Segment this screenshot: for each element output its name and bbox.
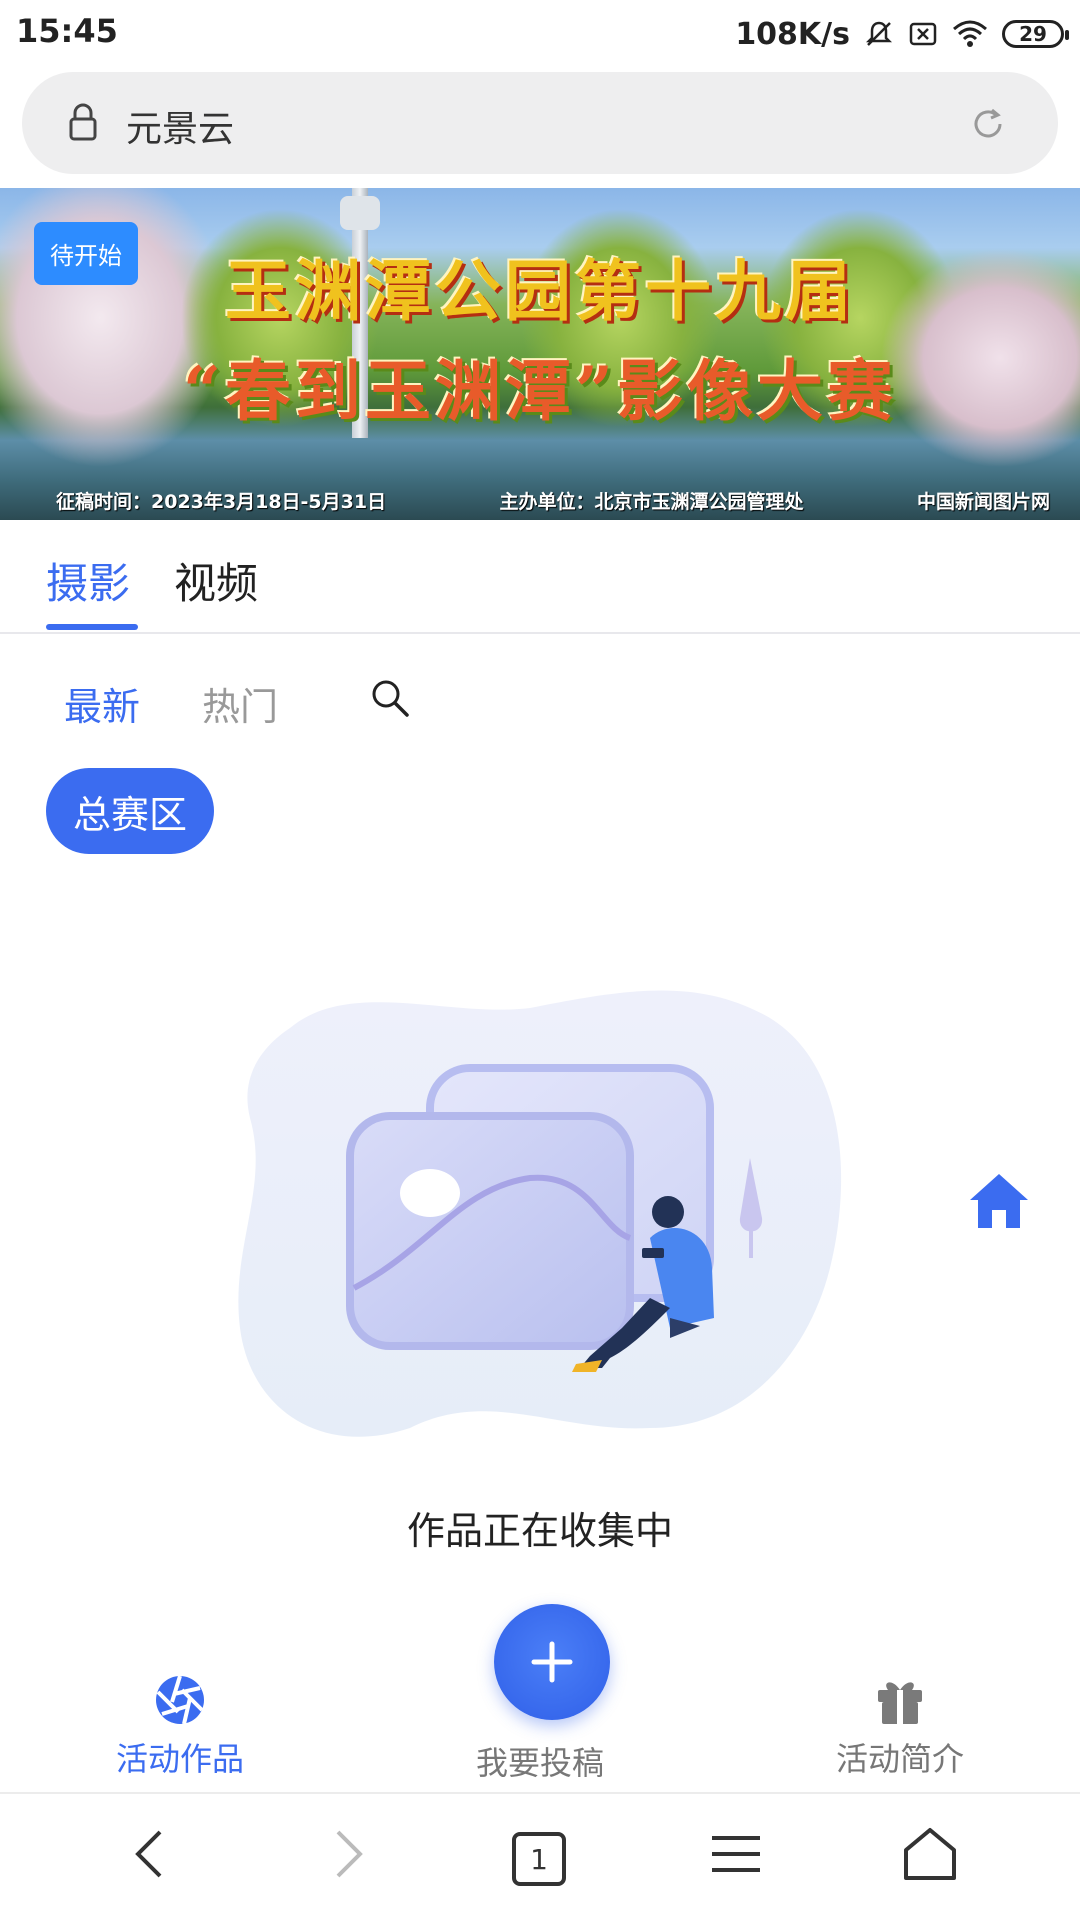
status-badge: 待开始 xyxy=(34,222,138,285)
add-submission-label[interactable]: 我要投稿 xyxy=(420,1738,660,1784)
empty-state-illustration xyxy=(238,990,842,1437)
status-time: 15:45 xyxy=(16,12,118,50)
gift-icon xyxy=(878,1682,922,1724)
status-bar: 15:45 108K/s 29 xyxy=(0,0,1080,66)
action-intro-label: 活动简介 xyxy=(835,1740,964,1778)
subtab-popular[interactable]: 热门 xyxy=(202,676,278,731)
forward-icon[interactable] xyxy=(318,1824,378,1884)
address-bar[interactable]: 元景云 xyxy=(22,72,1058,174)
add-submission-button[interactable] xyxy=(494,1604,610,1720)
sim-off-icon xyxy=(909,22,937,46)
event-banner[interactable]: 玉渊潭公园第十九届 “春到玉渊潭”影像大赛 征稿时间：2023年3月18日-5月… xyxy=(0,188,1080,520)
banner-host: 主办单位：北京市玉渊潭公园管理处 xyxy=(499,491,804,513)
tabs-button[interactable]: 1 xyxy=(512,1832,566,1886)
page-title: 元景云 xyxy=(126,109,235,150)
zone-chip-main[interactable]: 总赛区 xyxy=(46,768,214,854)
main-tabs: 摄影 视频 xyxy=(0,520,1080,634)
banner-partner: 中国新闻图片网 xyxy=(916,491,1050,513)
reload-icon[interactable] xyxy=(968,104,1008,144)
menu-icon[interactable] xyxy=(706,1824,766,1884)
net-speed: 108K/s xyxy=(735,16,850,52)
banner-title-line2: “春到玉渊潭”影像大赛 xyxy=(183,352,897,430)
home-icon[interactable] xyxy=(968,1170,1030,1232)
plus-icon xyxy=(531,1641,573,1683)
banner-footer: 征稿时间：2023年3月18日-5月31日 主办单位：北京市玉渊潭公园管理处 中… xyxy=(0,487,1080,514)
search-icon[interactable] xyxy=(370,678,410,718)
banner-dates: 征稿时间：2023年3月18日-5月31日 xyxy=(56,491,387,513)
back-icon[interactable] xyxy=(120,1824,180,1884)
status-icons: 108K/s 29 xyxy=(735,14,1069,54)
action-intro[interactable]: 活动简介 xyxy=(780,1672,1020,1780)
empty-state-message: 作品正在收集中 xyxy=(406,1509,673,1553)
home-nav-icon[interactable] xyxy=(900,1824,960,1884)
lock-icon xyxy=(69,103,97,141)
banner-title-line1: 玉渊潭公园第十九届 xyxy=(225,252,855,330)
tab-video[interactable]: 视频 xyxy=(174,550,258,611)
subtab-latest[interactable]: 最新 xyxy=(64,676,140,731)
active-tab-indicator xyxy=(46,624,138,630)
action-works[interactable]: 活动作品 xyxy=(60,1672,300,1780)
mute-icon xyxy=(865,21,893,46)
action-works-label: 活动作品 xyxy=(115,1740,244,1778)
aperture-icon xyxy=(156,1675,204,1725)
battery-icon: 29 xyxy=(1002,20,1069,48)
wifi-icon xyxy=(953,20,987,47)
banner-tower-top xyxy=(340,196,380,230)
tab-photography[interactable]: 摄影 xyxy=(46,550,130,611)
